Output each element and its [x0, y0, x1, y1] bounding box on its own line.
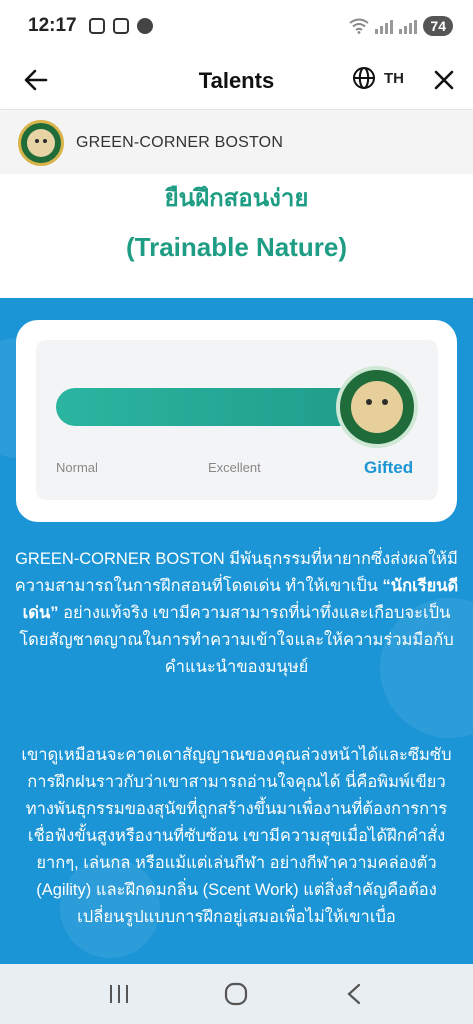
- talent-scale: Normal Excellent Gifted: [36, 340, 438, 500]
- screenshot-icon: [112, 18, 129, 34]
- system-icons: 74: [349, 16, 453, 36]
- globe-icon: [353, 67, 375, 89]
- close-icon: [434, 70, 454, 90]
- back-button[interactable]: [20, 64, 52, 96]
- home-icon: [225, 982, 248, 1006]
- level-label-excellent: Excellent: [208, 460, 261, 475]
- talent-scale-card: Normal Excellent Gifted: [16, 320, 457, 522]
- status-time: 12:17: [28, 15, 77, 36]
- dog-badge: [336, 366, 418, 448]
- site-logo: [18, 120, 64, 166]
- back-icon: [347, 983, 361, 1005]
- instagram-icon: [88, 18, 105, 34]
- site-name: GREEN-CORNER BOSTON: [76, 134, 284, 151]
- wifi-icon: [349, 18, 370, 34]
- level-label-normal: Normal: [56, 460, 98, 475]
- home-button[interactable]: [216, 974, 256, 1014]
- description-paragraph-1: GREEN-CORNER BOSTON มีพันธุกรรมที่หายากซ…: [14, 546, 459, 681]
- close-button[interactable]: [428, 64, 460, 96]
- main-content[interactable]: ยืนฝึกสอนง่าย (Trainable Nature) Normal …: [0, 174, 473, 964]
- notification-icons: [88, 18, 153, 34]
- signal-icon: [375, 18, 394, 34]
- site-bar: GREEN-CORNER BOSTON: [0, 112, 473, 174]
- level-label-gifted: Gifted: [364, 458, 414, 477]
- system-back-button[interactable]: [334, 974, 374, 1014]
- recent-apps-button[interactable]: [99, 974, 139, 1014]
- heading-english: (Trainable Nature): [125, 232, 348, 262]
- signal-icon-2: [399, 18, 418, 34]
- heading-thai: ยืนฝึกสอนง่าย: [164, 185, 309, 212]
- dog-logo-icon: [27, 129, 55, 157]
- back-arrow-icon: [24, 69, 48, 91]
- app-header: Talents TH: [0, 52, 473, 110]
- language-label: TH: [384, 69, 404, 87]
- description-paragraph-2: เขาดูเหมือนจะคาดเดาสัญญาณของคุณล่วงหน้าไ…: [21, 746, 452, 926]
- line-app-icon: [136, 18, 153, 34]
- language-switcher[interactable]: TH: [352, 66, 404, 90]
- battery-level: 74: [423, 16, 453, 36]
- recent-apps-icon: [109, 985, 128, 1003]
- talent-section: Normal Excellent Gifted GREEN-CORNER BOS…: [0, 298, 473, 964]
- system-nav-bar: [0, 964, 473, 1024]
- heading-section: ยืนฝึกสอนง่าย (Trainable Nature): [0, 174, 473, 298]
- para1-text-end: อย่างแท้จริง เขามีความสามารถที่น่าทึ่งแล…: [19, 604, 454, 676]
- dog-badge-icon: [351, 381, 403, 433]
- status-bar: 12:17 74: [0, 0, 473, 52]
